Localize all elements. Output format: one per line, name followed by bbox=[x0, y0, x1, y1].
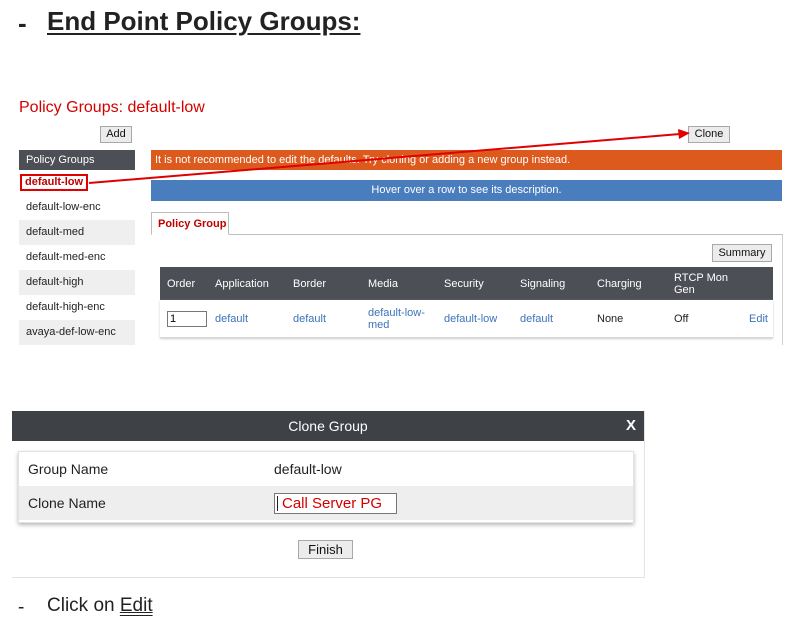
finish-button[interactable]: Finish bbox=[298, 540, 353, 559]
text-caret bbox=[277, 496, 278, 511]
step-dash: - bbox=[18, 597, 25, 618]
clone-name-label: Clone Name bbox=[28, 495, 106, 511]
step-text: Click on bbox=[47, 595, 120, 616]
group-name-label: Group Name bbox=[28, 461, 109, 477]
clone-name-row: Clone Name Call Server PG bbox=[19, 486, 633, 520]
clone-name-input[interactable]: Call Server PG bbox=[274, 493, 397, 514]
clone-name-text: Call Server PG bbox=[282, 495, 383, 512]
step-instruction: Click on Edit bbox=[47, 595, 153, 617]
group-name-row: Group Name default-low bbox=[19, 452, 633, 486]
group-name-value: default-low bbox=[274, 461, 342, 477]
close-icon[interactable]: X bbox=[626, 417, 636, 434]
step-edit-link: Edit bbox=[119, 595, 153, 616]
dialog-form: Group Name default-low Clone Name Call S… bbox=[18, 451, 634, 523]
dialog-title: Clone Group bbox=[12, 411, 644, 441]
